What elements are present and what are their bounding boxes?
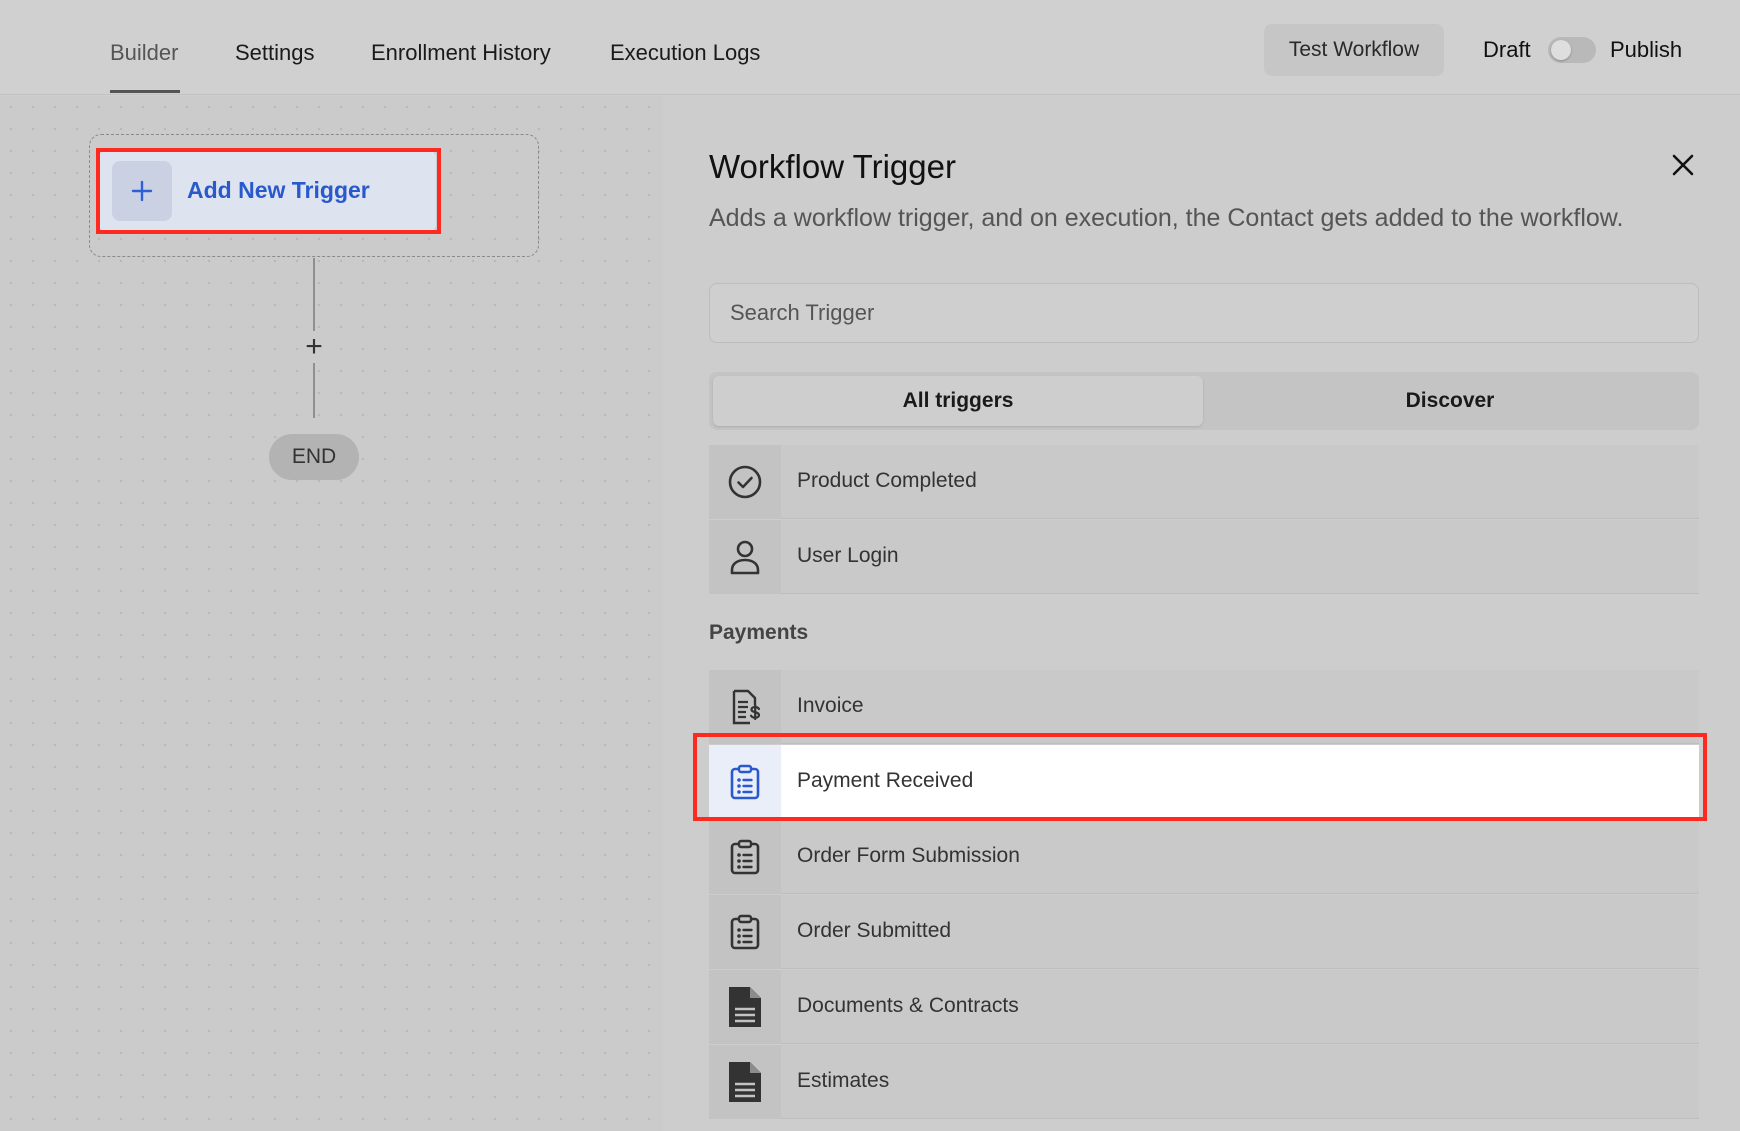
trigger-item-label: Estimates [797, 1069, 890, 1092]
add-new-trigger-button[interactable]: Add New Trigger [99, 151, 436, 231]
top-bar: Builder Settings Enrollment History Exec… [0, 0, 1740, 95]
trigger-item-product-completed[interactable]: Product Completed [709, 445, 1699, 519]
search-trigger-input[interactable] [709, 283, 1699, 343]
tab-settings[interactable]: Settings [235, 40, 315, 66]
panel-title: Workflow Trigger [709, 148, 956, 185]
tab-enrollment-history[interactable]: Enrollment History [371, 40, 551, 66]
test-workflow-button[interactable]: Test Workflow [1264, 24, 1444, 76]
check-circle-icon [709, 445, 781, 519]
workflow-trigger-panel: Workflow Trigger Adds a workflow trigger… [663, 96, 1740, 1131]
tab-builder[interactable]: Builder [110, 40, 178, 66]
plus-icon [112, 161, 172, 221]
clipboard-list-icon [709, 820, 781, 894]
trigger-item-order-submitted[interactable]: Order Submitted [709, 895, 1699, 969]
section-heading-payments: Payments [709, 621, 809, 644]
add-new-trigger-label: Add New Trigger [187, 177, 370, 203]
trigger-item-payment-received[interactable]: Payment Received [709, 745, 1699, 819]
workflow-canvas[interactable]: Add New Trigger + END [0, 96, 663, 1131]
trigger-item-estimates[interactable]: Estimates [709, 1045, 1699, 1119]
panel-description: Adds a workflow trigger, and on executio… [709, 204, 1624, 232]
publish-toggle[interactable] [1548, 37, 1596, 63]
segment-all-triggers[interactable]: All triggers [713, 376, 1203, 426]
trigger-item-label: Product Completed [797, 469, 977, 492]
trigger-item-user-login[interactable]: User Login [709, 520, 1699, 594]
trigger-item-order-form-submission[interactable]: Order Form Submission [709, 820, 1699, 894]
user-icon [709, 520, 781, 594]
segment-discover[interactable]: Discover [1205, 376, 1695, 426]
clipboard-list-icon [709, 895, 781, 969]
publish-label: Publish [1610, 37, 1683, 62]
close-icon[interactable] [1668, 150, 1698, 180]
add-step-button[interactable]: + [298, 331, 330, 363]
draft-label: Draft [1483, 37, 1531, 62]
trigger-item-documents-contracts[interactable]: Documents & Contracts [709, 970, 1699, 1044]
trigger-item-label: Invoice [797, 694, 864, 717]
end-node: END [269, 434, 359, 480]
trigger-item-label: User Login [797, 544, 899, 567]
clipboard-list-icon [709, 745, 781, 819]
trigger-item-label: Order Form Submission [797, 844, 1020, 867]
tab-execution-logs[interactable]: Execution Logs [610, 40, 760, 66]
trigger-segment-control: All triggers Discover [709, 372, 1699, 430]
trigger-item-invoice[interactable]: Invoice [709, 670, 1699, 744]
trigger-item-label: Documents & Contracts [797, 994, 1019, 1017]
trigger-item-label: Order Submitted [797, 919, 952, 942]
document-icon [709, 1045, 781, 1119]
document-icon [709, 970, 781, 1044]
invoice-dollar-icon [709, 670, 781, 744]
active-tab-indicator [110, 90, 180, 93]
toggle-knob [1551, 40, 1571, 60]
trigger-item-label: Payment Received [797, 769, 974, 792]
